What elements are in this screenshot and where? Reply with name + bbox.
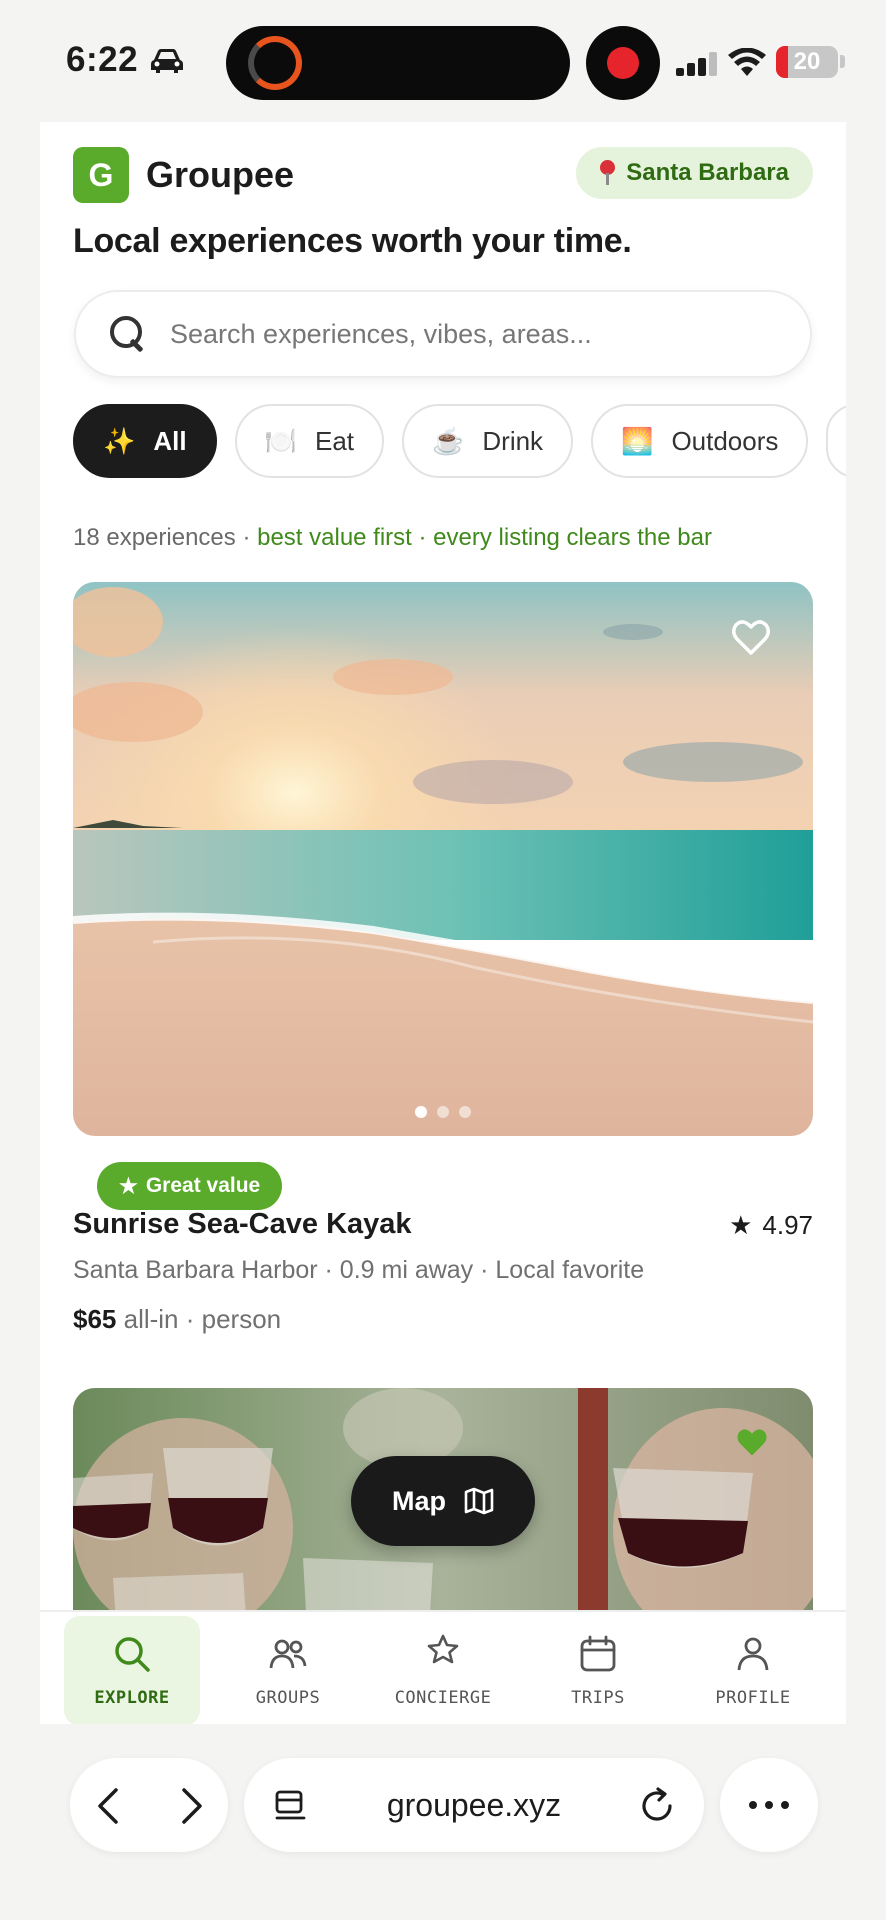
cellular-signal-icon bbox=[676, 52, 718, 76]
bottom-tab-bar: EXPLORE GROUPS CONCIERGE TRIPS PROFILE bbox=[40, 1610, 846, 1724]
star-icon: ★ bbox=[729, 1210, 753, 1240]
tab-profile[interactable]: PROFILE bbox=[685, 1616, 821, 1724]
history-nav bbox=[70, 1758, 228, 1852]
map-button-label: Map bbox=[392, 1485, 446, 1516]
more-options-button[interactable] bbox=[720, 1758, 818, 1852]
sunrise-icon: 🌅 bbox=[621, 425, 654, 456]
tab-groups[interactable]: GROUPS bbox=[220, 1616, 356, 1724]
status-time: 6:22 bbox=[66, 40, 139, 79]
sparkles-icon: ✨ bbox=[103, 425, 136, 456]
carousel-dots[interactable] bbox=[415, 1106, 471, 1118]
chip-outdoors[interactable]: 🌅 Outdoors bbox=[591, 404, 809, 478]
listing-title[interactable]: Sunrise Sea-Cave Kayak bbox=[73, 1208, 412, 1241]
wifi-icon bbox=[728, 48, 766, 76]
dynamic-island bbox=[226, 26, 570, 100]
forward-arrow-icon[interactable] bbox=[172, 1784, 212, 1828]
sort-note: best value first · every listing clears … bbox=[257, 524, 712, 551]
web-page: G Groupee Santa Barbara Local experience… bbox=[40, 122, 846, 1724]
listing-details: Santa Barbara Harbor · 0.9 mi away · Loc… bbox=[73, 1256, 645, 1284]
car-icon bbox=[151, 49, 183, 73]
browser-toolbar: groupee.xyz bbox=[0, 1740, 886, 1860]
brand-name: Groupee bbox=[146, 154, 295, 195]
results-count: 18 experiences bbox=[73, 524, 236, 551]
groupee-logo[interactable]: G bbox=[73, 147, 129, 203]
map-button[interactable]: Map bbox=[351, 1456, 535, 1546]
listing-photo[interactable] bbox=[73, 582, 813, 1136]
heart-filled-icon[interactable] bbox=[735, 1426, 769, 1458]
status-bar: 6:22 20 bbox=[0, 0, 886, 120]
heart-outline-icon[interactable] bbox=[731, 618, 771, 656]
listing-rating: ★ 4.97 bbox=[729, 1210, 813, 1240]
battery-level: 20 bbox=[793, 48, 821, 75]
url-text: groupee.xyz bbox=[386, 1787, 562, 1823]
coffee-icon: ☕ bbox=[432, 425, 465, 456]
chip-drink[interactable]: ☕ Drink bbox=[402, 404, 574, 478]
chip-more[interactable] bbox=[826, 404, 846, 478]
screen-record-icon bbox=[586, 26, 660, 100]
page-menu-icon[interactable] bbox=[274, 1788, 308, 1824]
tab-trips[interactable]: TRIPS bbox=[530, 1616, 666, 1724]
search-bar[interactable] bbox=[74, 290, 812, 378]
activity-ring-icon bbox=[248, 36, 302, 90]
chip-label: Outdoors bbox=[671, 425, 779, 456]
listing-price: $65 all-in · person bbox=[73, 1304, 282, 1334]
map-icon bbox=[464, 1487, 494, 1515]
battery-icon: 20 bbox=[776, 46, 838, 78]
results-summary: 18 experiences · best value first · ever… bbox=[73, 524, 712, 551]
search-input[interactable] bbox=[170, 318, 770, 350]
person-icon bbox=[737, 1637, 769, 1671]
location-selector[interactable]: Santa Barbara bbox=[576, 147, 813, 199]
plate-icon: 🍽️ bbox=[264, 425, 297, 456]
star-icon bbox=[427, 1634, 459, 1664]
star-icon: ★ bbox=[119, 1174, 138, 1198]
tagline: Local experiences worth your time. bbox=[73, 222, 632, 260]
chip-label: All bbox=[153, 425, 187, 456]
back-arrow-icon[interactable] bbox=[88, 1784, 128, 1828]
chip-label: Drink bbox=[482, 425, 544, 456]
map-pin-icon bbox=[598, 160, 616, 186]
beach-sunset-photo bbox=[73, 582, 813, 1136]
tab-explore[interactable]: EXPLORE bbox=[64, 1616, 200, 1724]
search-icon bbox=[108, 314, 148, 354]
address-bar[interactable]: groupee.xyz bbox=[244, 1758, 704, 1852]
category-chips: ✨ All 🍽️ Eat ☕ Drink 🌅 Outdoors bbox=[73, 404, 846, 480]
app-header: G Groupee Santa Barbara bbox=[73, 147, 813, 205]
great-value-badge: ★ Great value bbox=[97, 1162, 283, 1210]
location-label: Santa Barbara bbox=[626, 159, 789, 186]
chip-eat[interactable]: 🍽️ Eat bbox=[234, 404, 385, 478]
search-icon bbox=[115, 1637, 150, 1672]
chip-all[interactable]: ✨ All bbox=[73, 404, 217, 478]
chip-label: Eat bbox=[314, 425, 355, 456]
groups-icon bbox=[269, 1639, 307, 1669]
reload-icon[interactable] bbox=[636, 1784, 678, 1826]
calendar-icon bbox=[580, 1635, 616, 1672]
tab-concierge[interactable]: CONCIERGE bbox=[375, 1616, 511, 1724]
